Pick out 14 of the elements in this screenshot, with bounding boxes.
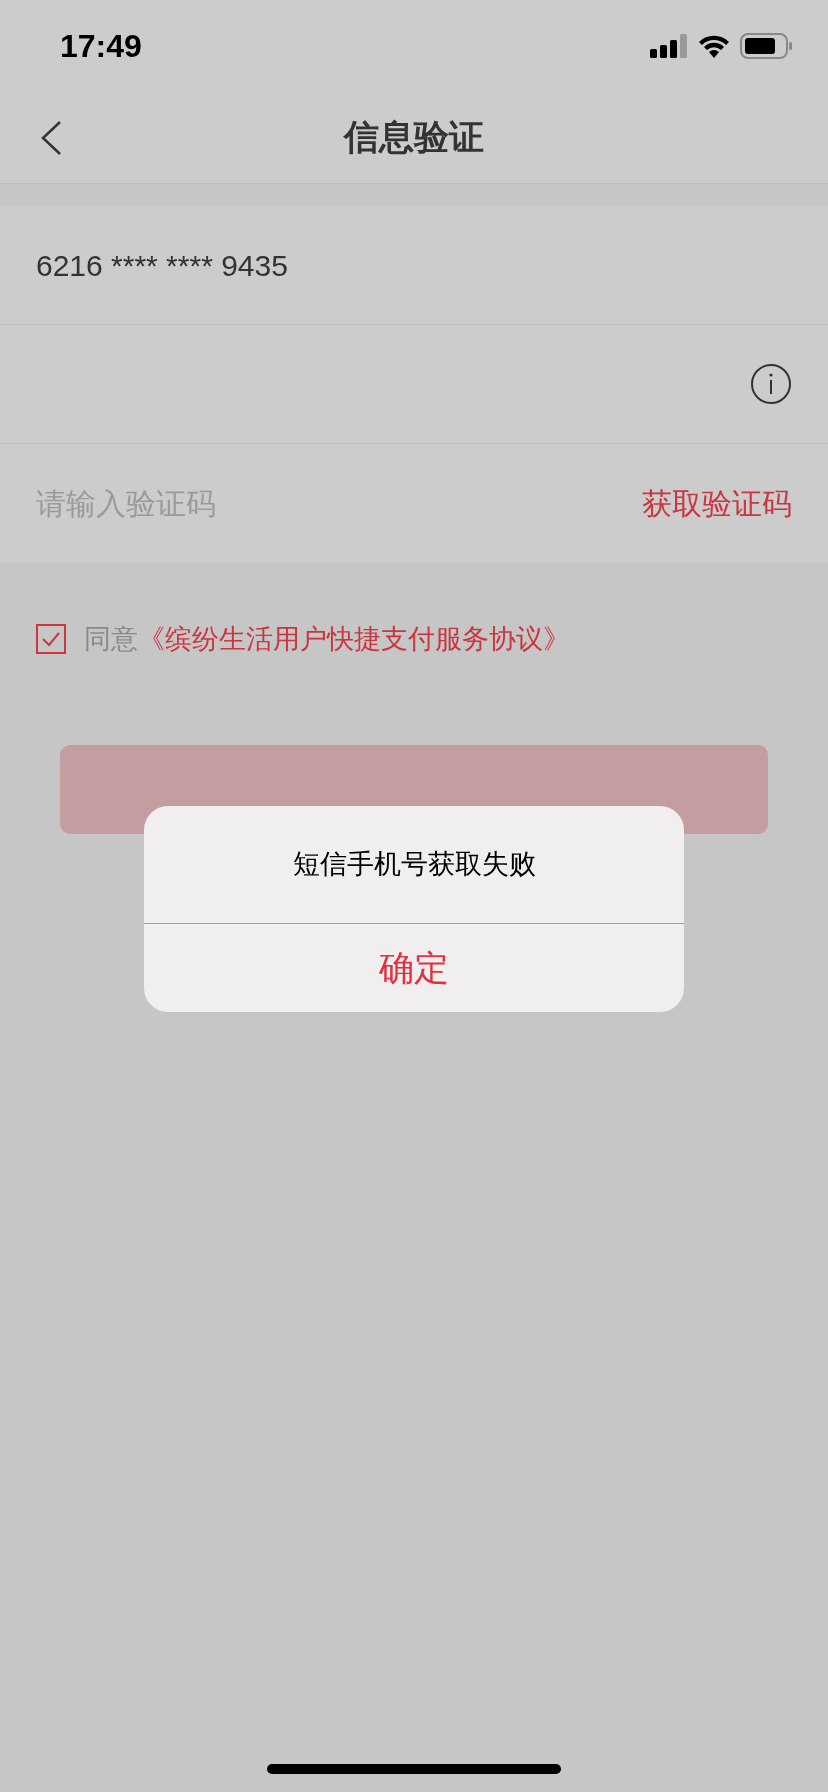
wifi-icon [698, 34, 730, 58]
card-number: 6216 **** **** 9435 [36, 247, 288, 284]
alert-ok-button[interactable]: 确定 [144, 924, 684, 1012]
back-icon [40, 121, 62, 155]
signal-icon [650, 34, 688, 58]
status-time: 17:49 [60, 27, 142, 66]
page-title: 信息验证 [344, 116, 484, 159]
agreement-text: 同意《缤纷生活用户快捷支付服务协议》 [84, 623, 570, 656]
alert-message: 短信手机号获取失败 [292, 848, 536, 882]
agree-checkbox[interactable] [36, 624, 66, 655]
info-icon[interactable] [750, 363, 792, 405]
check-icon [41, 631, 61, 648]
get-code-button[interactable]: 获取验证码 [642, 481, 792, 526]
battery-icon [740, 33, 792, 59]
